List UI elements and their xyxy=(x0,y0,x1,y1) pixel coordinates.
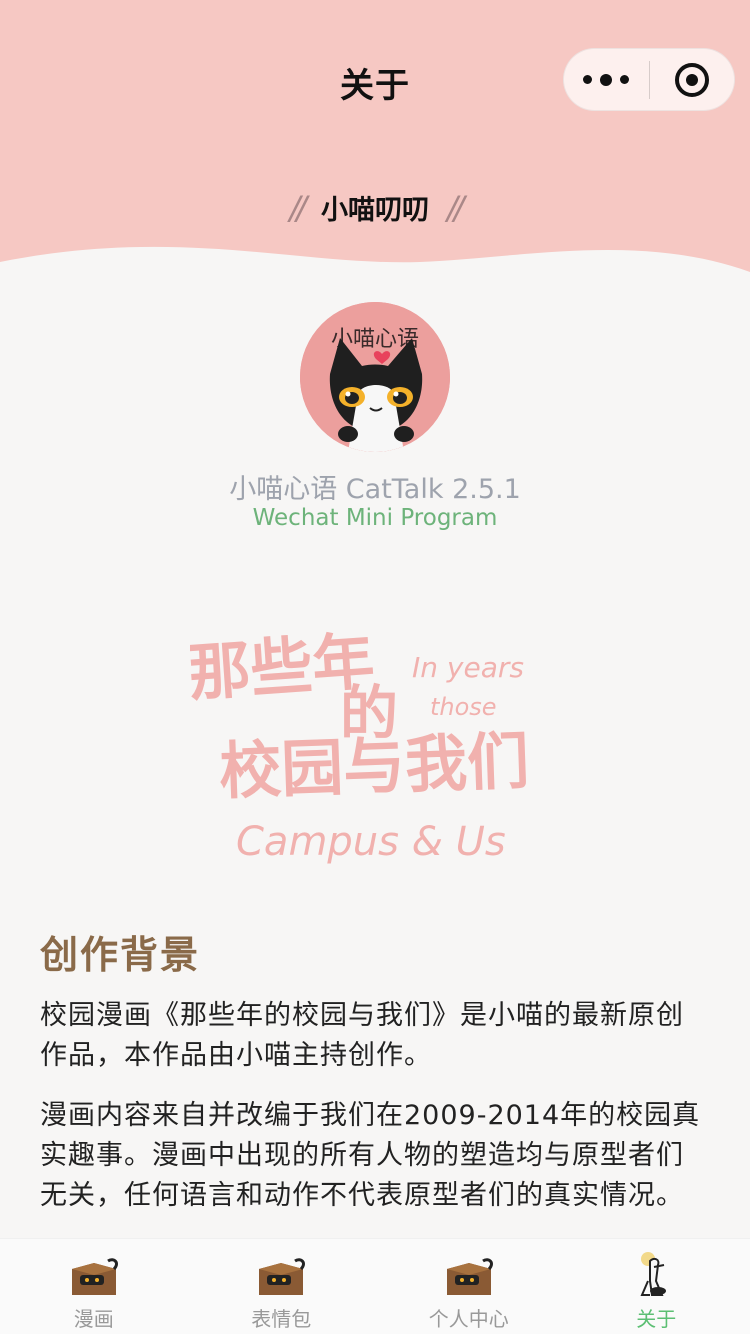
cat-standing-icon xyxy=(640,1252,667,1296)
tab-label: 关于 xyxy=(636,1307,677,1331)
app-name-version: 小喵心语 CatTalk 2.5.1 xyxy=(229,474,521,505)
campus-and-us-banner: 那些年 的 校园与我们 In years those Campus & Us xyxy=(190,624,530,865)
tab-label: 表情包 xyxy=(251,1307,312,1331)
header-subtitle-row: // 小喵叨叨 // xyxy=(0,188,750,227)
cat-in-box-icon xyxy=(446,1258,493,1295)
banner-line-5: those xyxy=(430,693,497,721)
cat-in-box-icon xyxy=(259,1258,306,1295)
tab-stickers[interactable]: 表情包 xyxy=(188,1239,376,1334)
app-logo-avatar: 小喵心语 xyxy=(300,302,450,452)
tab-comics[interactable]: 漫画 xyxy=(0,1239,188,1334)
banner-line-6: Campus & Us xyxy=(236,819,506,865)
paragraph-background-2: 漫画内容来自并改编于我们在2009-2014年的校园真实趣事。漫画中出现的所有人… xyxy=(40,1100,701,1211)
target-close-icon xyxy=(674,62,709,97)
more-dots-icon xyxy=(583,75,593,84)
more-dots-icon-center xyxy=(600,73,613,86)
paragraph-background-1: 校园漫画《那些年的校园与我们》是小喵的最新原创作品，本作品由小喵主持创作。 xyxy=(40,1000,684,1071)
section-title: 创作背景 xyxy=(40,933,201,977)
cat-in-box-icon xyxy=(71,1258,118,1295)
tab-label: 个人中心 xyxy=(428,1307,509,1331)
close-miniprogram-button[interactable] xyxy=(650,48,735,111)
app-platform-label: Wechat Mini Program xyxy=(252,505,498,531)
decor-slash-left: // xyxy=(289,188,306,227)
more-dots-icon-right xyxy=(620,75,630,84)
mini-program-capsule xyxy=(563,48,735,111)
header-background xyxy=(0,0,750,280)
bottom-tab-bar: 漫画 表情包 个人中心 关于 xyxy=(0,1238,750,1334)
tab-profile[interactable]: 个人中心 xyxy=(375,1239,563,1334)
tab-about[interactable]: 关于 xyxy=(563,1239,750,1334)
header-subtitle: 小喵叨叨 xyxy=(321,195,429,226)
tab-label: 漫画 xyxy=(73,1307,114,1331)
banner-line-3: 校园与我们 xyxy=(218,724,530,808)
decor-slash-right: // xyxy=(447,188,464,227)
more-menu-button[interactable] xyxy=(564,48,649,111)
cat-face-icon: 小喵心语 xyxy=(300,302,450,452)
banner-line-4: In years xyxy=(412,651,524,684)
